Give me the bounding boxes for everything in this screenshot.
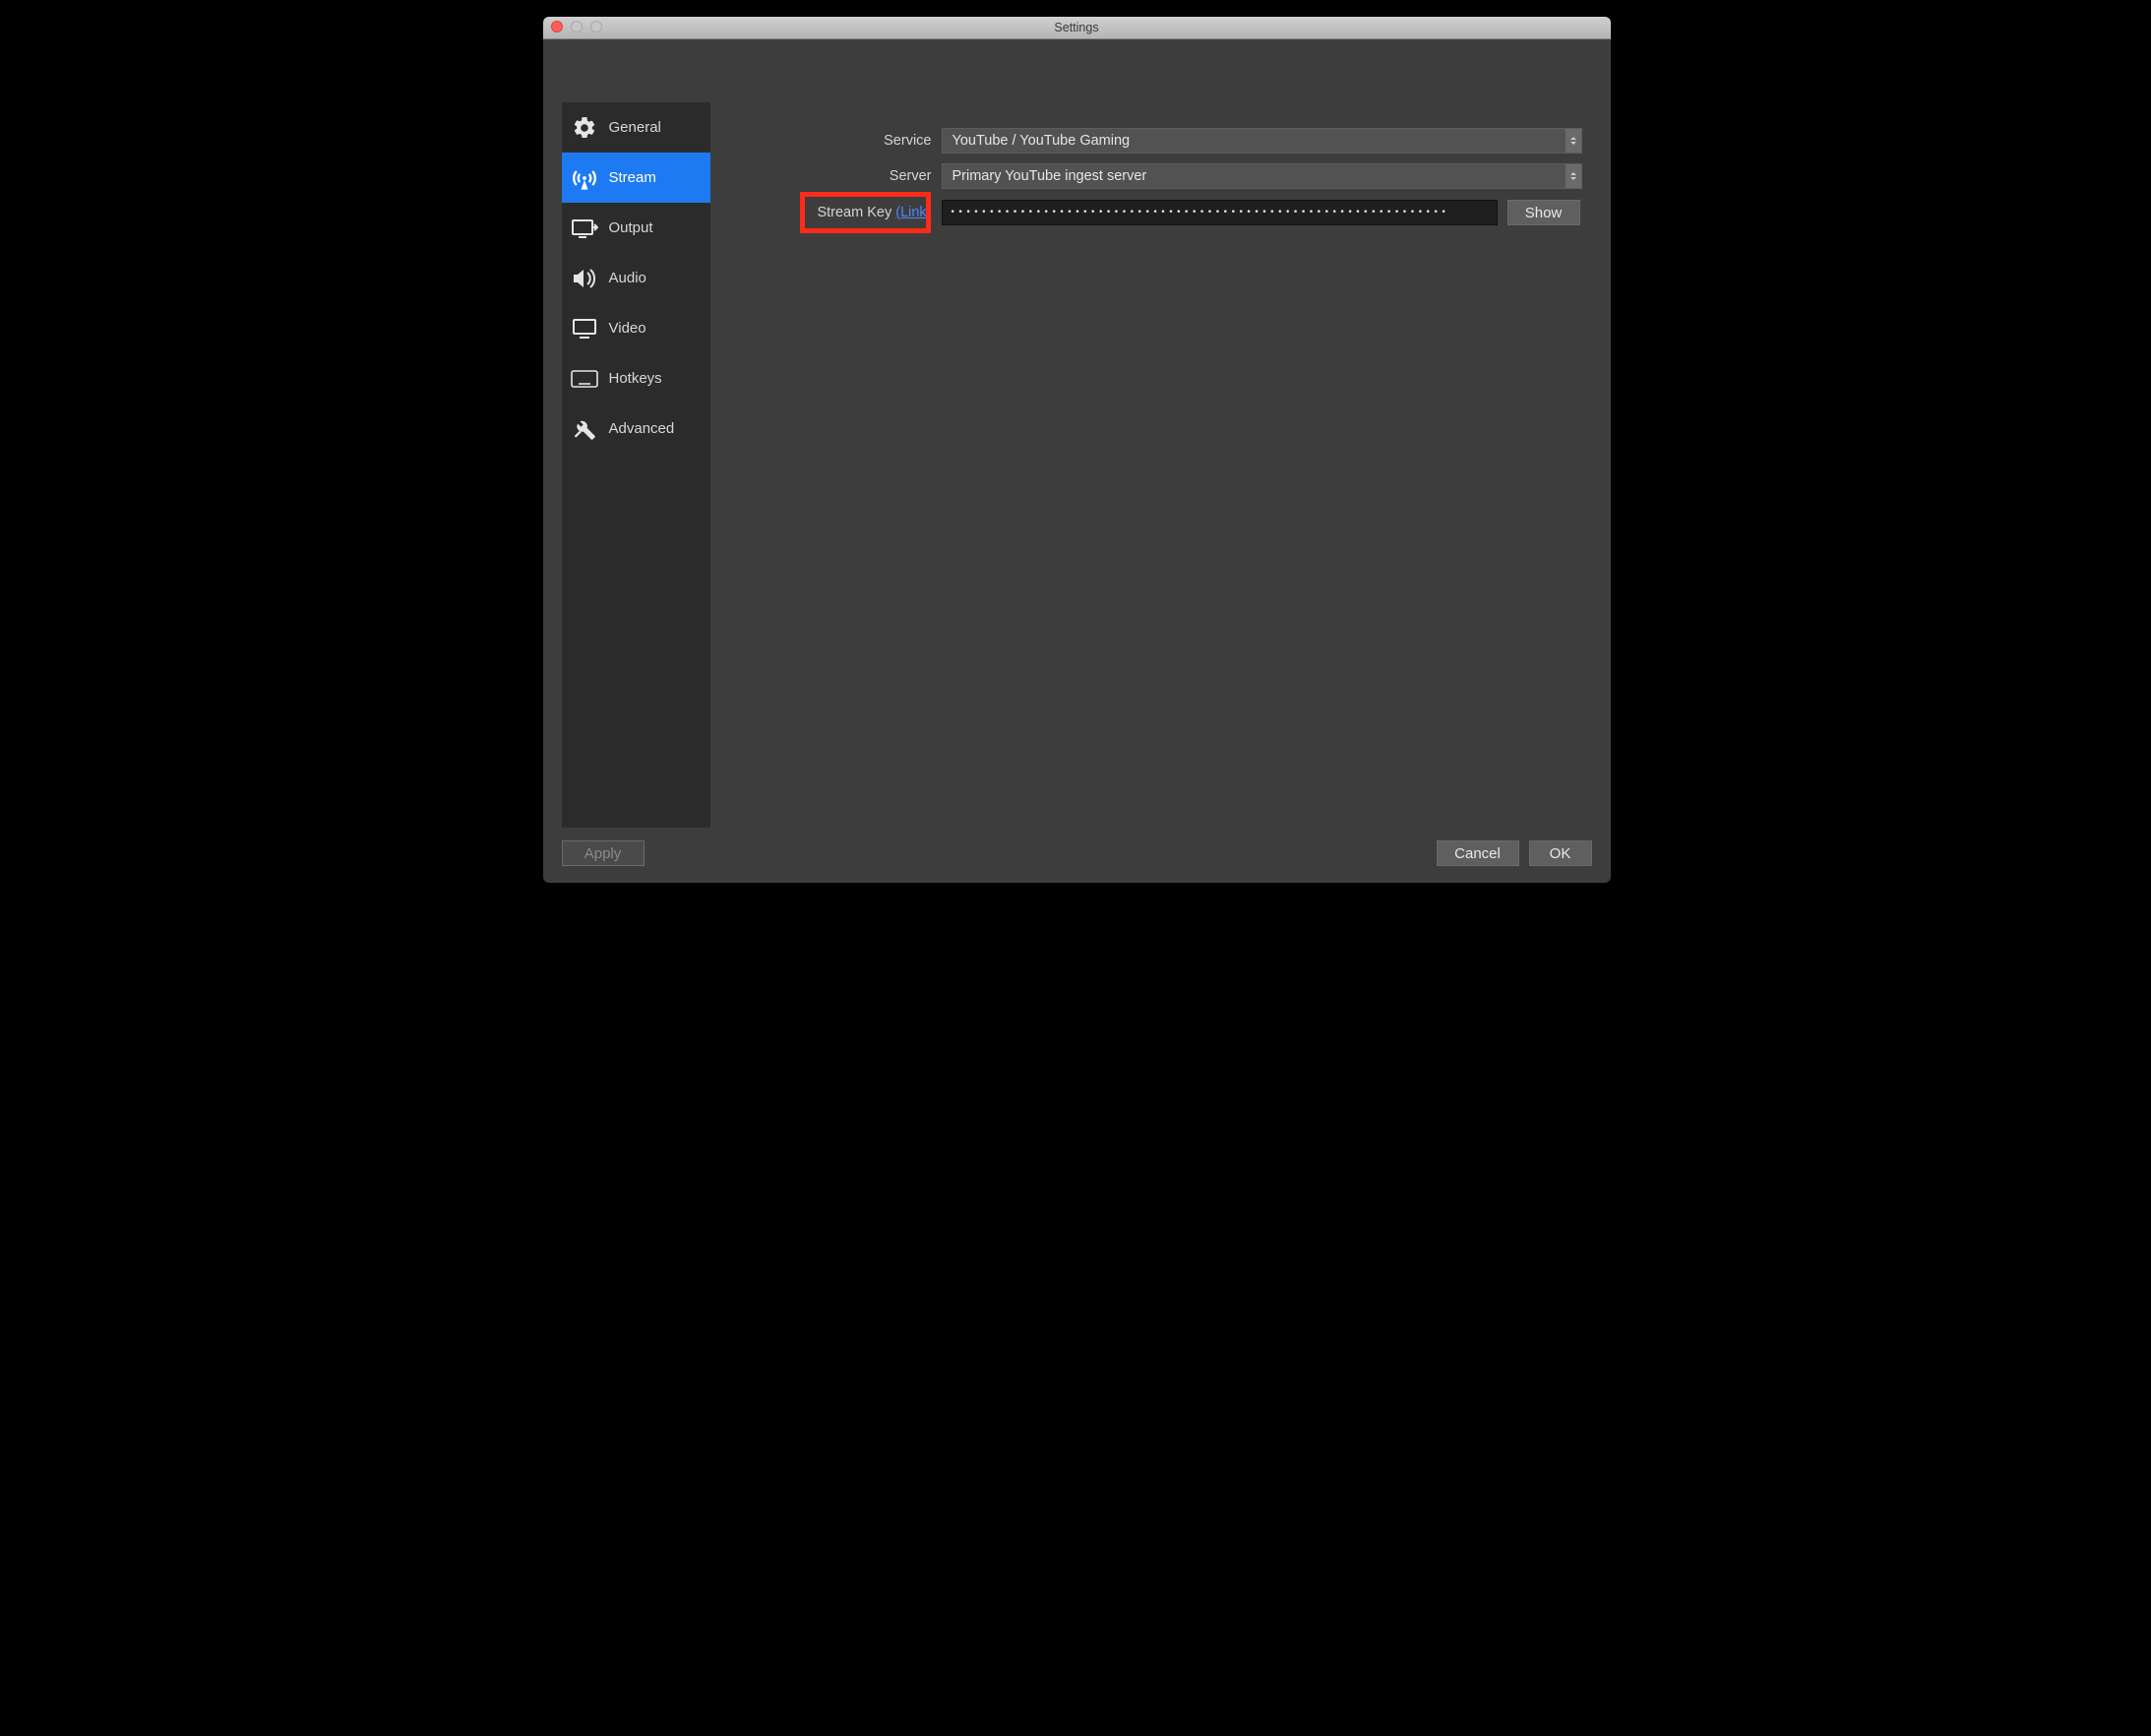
traffic-lights (551, 21, 602, 32)
minimize-window-button[interactable] (571, 21, 583, 32)
sidebar-item-output[interactable]: Output (562, 203, 710, 253)
monitor-icon (570, 314, 599, 343)
sidebar-item-label: Advanced (609, 420, 675, 437)
stream-key-link[interactable]: (Link) (895, 205, 931, 220)
server-dropdown[interactable]: Primary YouTube ingest server (942, 163, 1582, 189)
sidebar-item-general[interactable]: General (562, 102, 710, 153)
stream-key-label: Stream Key (Link) (710, 205, 942, 220)
speaker-icon (570, 264, 599, 293)
cancel-button[interactable]: Cancel (1437, 840, 1519, 866)
sidebar-item-stream[interactable]: Stream (562, 153, 710, 203)
settings-sidebar: General Stream (562, 102, 710, 828)
chevron-up-down-icon (1565, 129, 1581, 153)
sidebar-item-label: Stream (609, 169, 656, 186)
stream-key-input[interactable]: ••••••••••••••••••••••••••••••••••••••••… (942, 200, 1498, 225)
titlebar: Settings (543, 17, 1611, 39)
service-value: YouTube / YouTube Gaming (953, 133, 1131, 149)
sidebar-item-label: Hotkeys (609, 370, 662, 387)
antenna-icon (570, 163, 599, 193)
service-label: Service (710, 133, 942, 149)
window-title: Settings (1054, 21, 1098, 34)
output-icon (570, 214, 599, 243)
keyboard-icon (570, 364, 599, 394)
close-window-button[interactable] (551, 21, 563, 32)
sidebar-item-hotkeys[interactable]: Hotkeys (562, 353, 710, 403)
sidebar-item-label: Output (609, 219, 653, 236)
server-value: Primary YouTube ingest server (953, 168, 1147, 184)
server-label: Server (710, 168, 942, 184)
sidebar-item-advanced[interactable]: Advanced (562, 403, 710, 454)
gear-icon (570, 113, 599, 143)
chevron-up-down-icon (1565, 164, 1581, 188)
settings-main-panel: Service YouTube / YouTube Gaming Server … (710, 39, 1611, 883)
ok-button[interactable]: OK (1529, 840, 1592, 866)
maximize-window-button[interactable] (590, 21, 602, 32)
sidebar-item-label: Video (609, 320, 646, 337)
tools-icon (570, 414, 599, 444)
apply-button[interactable]: Apply (562, 840, 645, 866)
sidebar-item-audio[interactable]: Audio (562, 253, 710, 303)
show-button[interactable]: Show (1507, 200, 1580, 225)
settings-window: Settings General (543, 17, 1611, 883)
sidebar-item-label: General (609, 119, 661, 136)
sidebar-item-label: Audio (609, 270, 646, 286)
service-dropdown[interactable]: YouTube / YouTube Gaming (942, 128, 1582, 154)
sidebar-item-video[interactable]: Video (562, 303, 710, 353)
